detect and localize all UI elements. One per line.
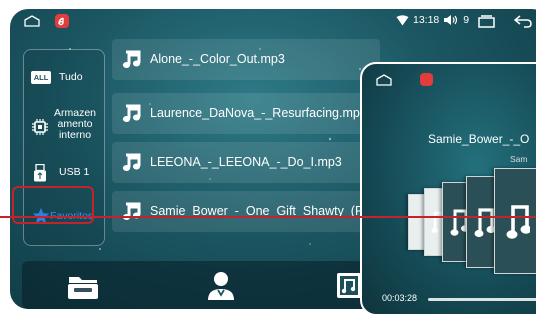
music-note-icon: [122, 153, 141, 171]
progress-bar[interactable]: [428, 298, 536, 301]
all-icon: ALL: [31, 71, 51, 84]
music-note-icon: [122, 50, 141, 68]
now-playing-title: Samie_Bower_-_O: [428, 132, 530, 146]
track-row[interactable]: LEEONA_-_LEEONA_-_Do_I.mp3: [112, 142, 380, 183]
back-icon[interactable]: [514, 14, 532, 28]
usb-icon: [34, 164, 46, 182]
home-outline-icon[interactable]: [376, 74, 392, 86]
folder-icon[interactable]: [66, 269, 100, 301]
recent-apps-icon[interactable]: [478, 15, 495, 28]
source-label: Tudo: [59, 71, 83, 83]
track-row[interactable]: Alone_-_Color_Out.mp3: [112, 39, 380, 80]
chip-icon: [32, 119, 48, 135]
app-badge-icon[interactable]: [420, 73, 433, 86]
elapsed-time: 00:03:28: [382, 293, 418, 303]
clock-text: 13:18: [413, 14, 440, 26]
now-playing-artist: Sam: [510, 154, 528, 164]
music-note-icon: [122, 104, 141, 122]
bottom-bar: [22, 261, 367, 309]
favorites-highlight-box: [12, 186, 94, 224]
source-label: Armazen amento interno: [53, 107, 96, 141]
track-name: LEEONA_-_LEEONA_-_Do_I.mp3: [150, 155, 342, 169]
home-outline-icon[interactable]: [24, 15, 40, 27]
app-badge-icon[interactable]: [55, 14, 69, 28]
now-playing-window[interactable]: Samie_Bower_-_O Sam 00:03:28: [360, 62, 536, 316]
wifi-icon: [396, 14, 409, 25]
source-label: USB 1: [59, 166, 90, 178]
track-row[interactable]: Samie_Bower_-_One_Gift_Shawty_(For: [112, 191, 380, 232]
track-row[interactable]: Laurence_DaNova_-_Resurfacing.mp3: [112, 93, 380, 134]
track-name: Laurence_DaNova_-_Resurfacing.mp3: [150, 106, 367, 120]
volume-level: 9: [463, 14, 470, 26]
volume-icon[interactable]: [443, 14, 459, 26]
status-bar: 13:18 9: [10, 9, 536, 35]
annotation-line: [0, 216, 536, 218]
track-name: Alone_-_Color_Out.mp3: [150, 52, 285, 66]
album-cover-current[interactable]: [494, 168, 536, 274]
artist-icon[interactable]: [204, 269, 238, 301]
music-note-icon: [122, 202, 141, 220]
